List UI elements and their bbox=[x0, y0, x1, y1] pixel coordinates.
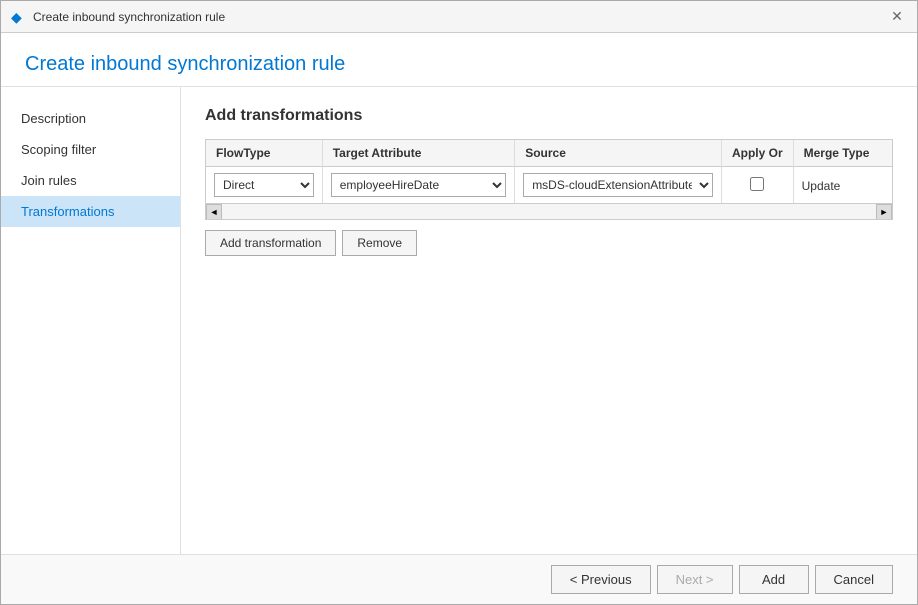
remove-button[interactable]: Remove bbox=[342, 230, 417, 256]
scroll-track[interactable] bbox=[222, 204, 876, 219]
app-icon: ◆ bbox=[11, 9, 27, 25]
header-apply-once: Apply Or bbox=[721, 140, 793, 167]
table-row: Direct Constant Expression employeeHireD… bbox=[206, 167, 892, 204]
add-button[interactable]: Add bbox=[739, 565, 809, 594]
cancel-button[interactable]: Cancel bbox=[815, 565, 893, 594]
sidebar-item-transformations[interactable]: Transformations bbox=[1, 196, 180, 227]
header-flowtype: FlowType bbox=[206, 140, 322, 167]
footer: < Previous Next > Add Cancel bbox=[1, 554, 917, 604]
scroll-left-button[interactable]: ◄ bbox=[206, 204, 222, 220]
transformations-table-wrapper: FlowType Target Attribute Source Apply O… bbox=[205, 139, 893, 220]
merge-type-value: Update bbox=[802, 179, 841, 193]
page-title: Create inbound synchronization rule bbox=[25, 53, 893, 76]
target-attribute-select[interactable]: employeeHireDate bbox=[331, 173, 506, 197]
right-panel: Add transformations FlowType Target Attr… bbox=[181, 87, 917, 554]
header-merge-type: Merge Type bbox=[793, 140, 892, 167]
horizontal-scrollbar: ◄ ► bbox=[206, 203, 892, 219]
sidebar-item-join-rules[interactable]: Join rules bbox=[1, 165, 180, 196]
content-area: Create inbound synchronization rule Desc… bbox=[1, 33, 917, 554]
add-transformation-button[interactable]: Add transformation bbox=[205, 230, 336, 256]
previous-button[interactable]: < Previous bbox=[551, 565, 651, 594]
flowtype-cell: Direct Constant Expression bbox=[206, 167, 322, 204]
sidebar-item-description[interactable]: Description bbox=[1, 103, 180, 134]
sidebar-item-scoping-filter[interactable]: Scoping filter bbox=[1, 134, 180, 165]
scroll-right-button[interactable]: ► bbox=[876, 204, 892, 220]
main-area: Description Scoping filter Join rules Tr… bbox=[1, 87, 917, 554]
section-title: Add transformations bbox=[205, 107, 893, 125]
transformations-table: FlowType Target Attribute Source Apply O… bbox=[206, 140, 892, 203]
title-bar-text: Create inbound synchronization rule bbox=[33, 10, 225, 24]
table-header-row: FlowType Target Attribute Source Apply O… bbox=[206, 140, 892, 167]
flowtype-select[interactable]: Direct Constant Expression bbox=[214, 173, 314, 197]
title-bar: ◆ Create inbound synchronization rule ✕ bbox=[1, 1, 917, 33]
page-header: Create inbound synchronization rule bbox=[1, 33, 917, 87]
title-bar-left: ◆ Create inbound synchronization rule bbox=[11, 9, 225, 25]
target-attribute-cell: employeeHireDate bbox=[322, 167, 514, 204]
source-cell: msDS-cloudExtensionAttribute1 bbox=[515, 167, 722, 204]
main-window: ◆ Create inbound synchronization rule ✕ … bbox=[0, 0, 918, 605]
sidebar: Description Scoping filter Join rules Tr… bbox=[1, 87, 181, 554]
source-select[interactable]: msDS-cloudExtensionAttribute1 bbox=[523, 173, 713, 197]
next-button[interactable]: Next > bbox=[657, 565, 733, 594]
action-buttons: Add transformation Remove bbox=[205, 230, 893, 256]
apply-once-checkbox[interactable] bbox=[750, 177, 764, 191]
apply-once-cell bbox=[721, 167, 793, 204]
merge-type-cell: Update bbox=[793, 167, 892, 204]
header-target-attribute: Target Attribute bbox=[322, 140, 514, 167]
close-button[interactable]: ✕ bbox=[887, 7, 907, 27]
header-source: Source bbox=[515, 140, 722, 167]
